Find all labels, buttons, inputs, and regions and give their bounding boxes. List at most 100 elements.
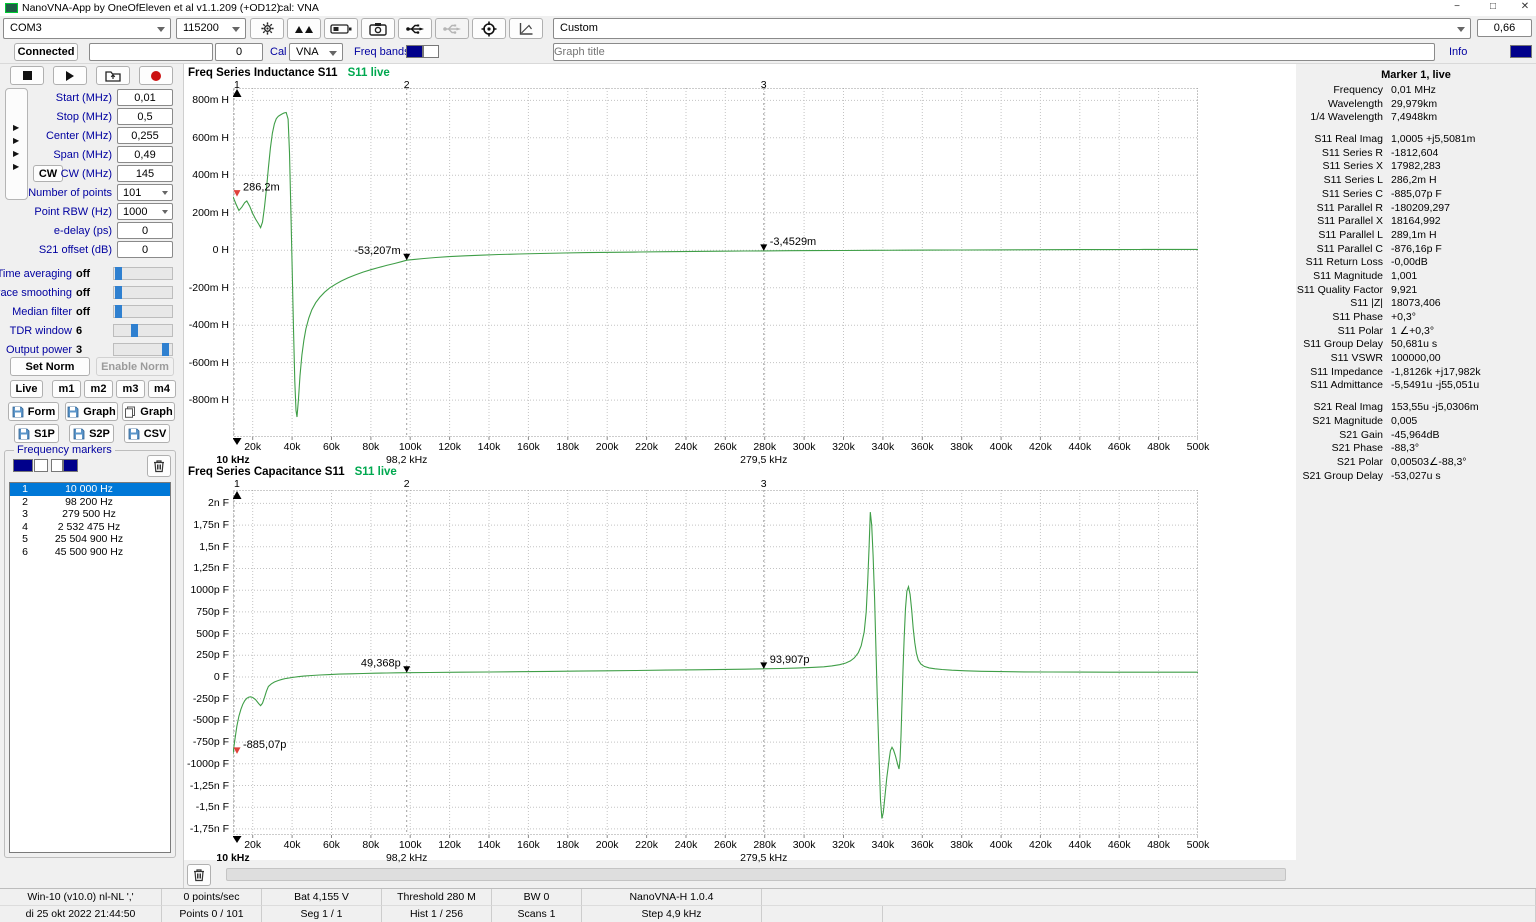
count-input[interactable] [215, 43, 263, 61]
trace-m2-button[interactable]: m2 [84, 380, 113, 398]
start-mhz-input[interactable] [117, 89, 173, 106]
delete-markers-button[interactable] [147, 455, 171, 477]
select-value: 1000 [123, 206, 147, 218]
frequency-marker-item[interactable]: 298 200 Hz [10, 496, 170, 509]
graph-label: Graph [83, 406, 115, 418]
stop-mhz-input[interactable] [117, 108, 173, 125]
marker-data-label: S11 VSWR [1296, 352, 1391, 366]
trace-smoothing-slider[interactable] [113, 286, 173, 299]
record-icon [151, 71, 161, 81]
frequency-marker-item[interactable]: 110 000 Hz [10, 483, 170, 496]
slider-handle[interactable] [131, 324, 138, 337]
param-label: Span (MHz) [53, 149, 112, 161]
baud-rate-select[interactable]: 115200 [176, 18, 246, 39]
record-button[interactable] [139, 66, 173, 85]
freq-bands-color-swatch-2[interactable] [423, 45, 439, 58]
e-delay-ps-input[interactable] [117, 222, 173, 239]
screenshot-button[interactable] [361, 18, 395, 39]
usb-connect-button[interactable] [398, 18, 432, 39]
x-tick-label: 320k [822, 839, 866, 851]
output-power-slider[interactable] [113, 343, 173, 356]
marker-2-triangle[interactable] [403, 666, 410, 673]
usb-disconnect-button[interactable] [435, 18, 469, 39]
slider-handle[interactable] [115, 267, 122, 280]
marker-3-triangle[interactable] [760, 662, 767, 669]
export-s2p-button[interactable]: S2P [69, 424, 114, 443]
trace-m3-button[interactable]: m3 [116, 380, 145, 398]
set-norm-button[interactable]: Set Norm [10, 357, 90, 376]
slider-handle[interactable] [115, 305, 122, 318]
scale-value-input[interactable] [1477, 19, 1532, 37]
export-csv-button[interactable]: CSV [124, 424, 170, 443]
cw-mode-button[interactable]: CW [33, 165, 63, 182]
close-button[interactable]: ✕ [1510, 0, 1536, 15]
tdr-graph-button[interactable] [509, 18, 543, 39]
x-tick-label: 500k [1176, 441, 1220, 453]
run-sweep-button[interactable] [53, 66, 87, 85]
trace-live-button[interactable]: Live [10, 380, 43, 398]
marker-1-triangle[interactable] [234, 747, 241, 754]
battery-button[interactable] [324, 18, 358, 39]
export-s1p-button[interactable]: S1P [14, 424, 59, 443]
marker-data-label: S11 Impedance [1296, 366, 1391, 380]
span-mhz-input[interactable] [117, 146, 173, 163]
freq-series-capacitance-s11-plot[interactable]: -885,07p49,368p93,907p [233, 490, 1198, 844]
marker-frequency-label: 98,2 kHz [362, 852, 452, 864]
m2-label: m2 [91, 383, 107, 395]
slider-handle[interactable] [115, 286, 122, 299]
minimize-button[interactable]: − [1442, 0, 1472, 15]
marker-color-swatch[interactable] [51, 459, 63, 472]
enable-norm-button[interactable]: Enable Norm [96, 357, 174, 376]
x-tick-label: 480k [1137, 839, 1181, 851]
horizontal-scrollbar[interactable] [226, 868, 1286, 881]
graph-title-input[interactable] [553, 43, 1435, 61]
median-filter-slider[interactable] [113, 305, 173, 318]
graph-layout-select[interactable]: Custom [553, 18, 1471, 39]
stop-sweep-button[interactable] [10, 66, 44, 85]
marker-color-swatch[interactable] [13, 459, 33, 472]
trace-m1-button[interactable]: m1 [52, 380, 81, 398]
marker-color-swatch[interactable] [63, 459, 78, 472]
serial-info-input[interactable] [89, 43, 213, 61]
marker-color-swatch[interactable] [34, 459, 48, 472]
frequency-marker-item[interactable]: 3279 500 Hz [10, 508, 170, 521]
live-label: Live [15, 383, 37, 395]
slider-handle[interactable] [162, 343, 169, 356]
settings-button[interactable] [250, 18, 284, 39]
clear-chart-button[interactable] [187, 864, 211, 886]
load-sweep-button[interactable] [96, 66, 130, 85]
cal-mode-select[interactable]: VNA [289, 43, 343, 61]
center-mhz-input[interactable] [117, 127, 173, 144]
copy-graph-button[interactable]: Graph [122, 402, 175, 421]
number-of-points-select[interactable]: 101 [117, 184, 173, 201]
x-tick-label: 200k [585, 441, 629, 453]
trace-m4-button[interactable]: m4 [148, 380, 176, 398]
slider-row-trace-smoothing: Trace smoothingoff [0, 284, 183, 303]
stop-icon [23, 71, 32, 80]
s21-offset-db-input[interactable] [117, 241, 173, 258]
frequency-marker-item[interactable]: 645 500 900 Hz [10, 546, 170, 559]
marker-2-triangle[interactable] [403, 254, 410, 261]
marker-1-triangle[interactable] [234, 190, 241, 197]
x-tick-label: 100k [388, 839, 432, 851]
time-averaging-slider[interactable] [113, 267, 173, 280]
info-color-swatch[interactable] [1510, 45, 1532, 58]
s2p-label: S2P [89, 428, 110, 440]
marker-frequency-label: 279,5 kHz [719, 454, 809, 466]
cw-mhz-input[interactable] [117, 165, 173, 182]
chevron-down-icon [1457, 27, 1465, 32]
frequency-marker-item[interactable]: 42 532 475 Hz [10, 521, 170, 534]
freq-series-inductance-s11-plot[interactable]: 286,2m-53,207m-3,4529m [233, 88, 1198, 446]
tdr-window-slider[interactable] [113, 324, 173, 337]
point-rbw-hz-select[interactable]: 1000 [117, 203, 173, 220]
maximize-button[interactable]: □ [1478, 0, 1508, 15]
sweep-up-button[interactable] [287, 18, 321, 39]
save-form-button[interactable]: Form [8, 402, 59, 421]
connected-button[interactable]: Connected [14, 43, 78, 61]
calibration-target-button[interactable] [472, 18, 506, 39]
marker-data-row: Frequency0,01 MHz [1296, 84, 1536, 98]
save-graph-button[interactable]: Graph [65, 402, 118, 421]
com-port-select[interactable]: COM3 [3, 18, 171, 39]
freq-bands-color-swatch[interactable] [406, 45, 423, 58]
frequency-marker-item[interactable]: 525 504 900 Hz [10, 533, 170, 546]
